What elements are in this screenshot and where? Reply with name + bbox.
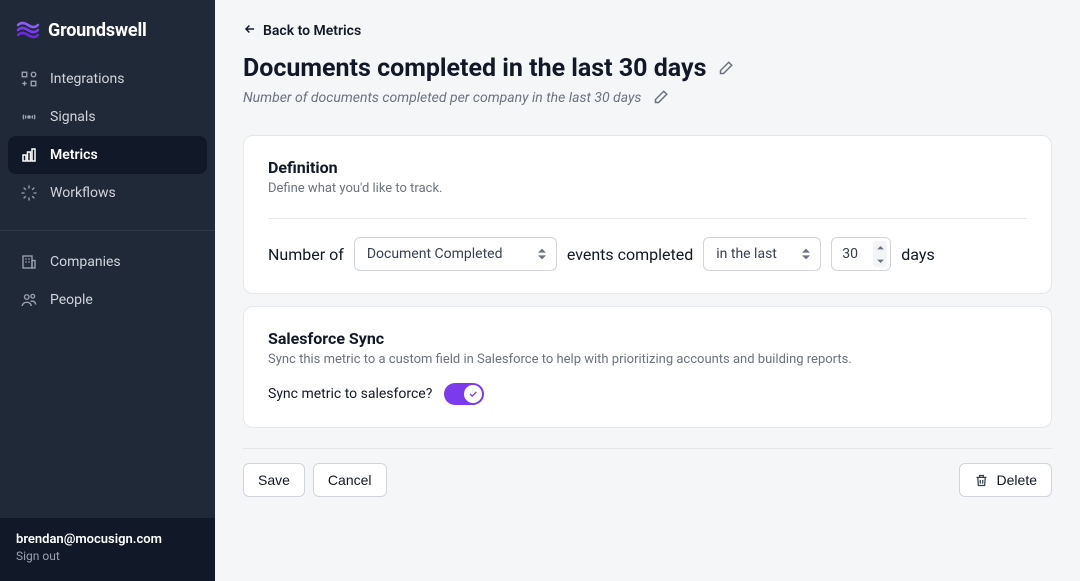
nav-divider [0,230,215,231]
nav-primary: Integrations Signals Metrics Workflows [0,56,215,222]
sidebar-item-label: People [50,292,93,308]
def-prefix: Number of [268,245,344,264]
toggle-knob [464,385,482,403]
sidebar-item-people[interactable]: People [8,281,207,319]
subtitle-row: Number of documents completed per compan… [243,89,1052,107]
brand-logo-icon [16,18,40,42]
brand: Groundswell [0,0,215,56]
stepper-up[interactable] [873,241,887,254]
sidebar-item-workflows[interactable]: Workflows [8,174,207,212]
main-content: Back to Metrics Documents completed in t… [215,0,1080,581]
workflows-icon [20,184,38,202]
event-select[interactable]: Document Completed [354,237,557,271]
brand-name: Groundswell [48,20,147,41]
integrations-icon [20,70,38,88]
sidebar-item-metrics[interactable]: Metrics [8,136,207,174]
actions-divider [243,448,1052,449]
salesforce-description: Sync this metric to a custom field in Sa… [268,352,1027,367]
save-button[interactable]: Save [243,463,305,497]
arrow-left-icon [243,22,257,40]
check-icon [468,389,478,399]
days-input[interactable]: 30 [831,237,891,271]
back-to-metrics-link[interactable]: Back to Metrics [243,22,1052,40]
sidebar-item-label: Metrics [50,147,98,163]
sidebar-item-label: Workflows [50,185,116,201]
sidebar-item-label: Signals [50,109,96,125]
select-caret-icon [802,249,810,260]
companies-icon [20,253,38,271]
trash-icon [974,473,989,488]
sync-toggle-label: Sync metric to salesforce? [268,386,432,402]
sign-out-link[interactable]: Sign out [16,549,199,563]
definition-title: Definition [268,158,1027,177]
signals-icon [20,108,38,126]
title-row: Documents completed in the last 30 days [243,54,1052,83]
nav-secondary: Companies People [0,239,215,329]
sidebar-item-integrations[interactable]: Integrations [8,60,207,98]
sidebar-footer: brendan@mocusign.com Sign out [0,518,215,581]
page-subtitle: Number of documents completed per compan… [243,90,641,106]
page-title: Documents completed in the last 30 days [243,54,706,83]
sidebar-item-label: Companies [50,254,121,270]
edit-subtitle-button[interactable] [651,89,669,107]
user-email: brendan@mocusign.com [16,532,199,547]
edit-title-button[interactable] [716,60,734,78]
sidebar-item-signals[interactable]: Signals [8,98,207,136]
salesforce-title: Salesforce Sync [268,329,1027,348]
metrics-icon [20,146,38,164]
delete-label: Delete [997,472,1037,488]
stepper-icon [873,241,887,267]
window-select[interactable]: in the last [703,237,821,271]
definition-row: Number of Document Completed events comp… [268,237,1027,271]
salesforce-card: Salesforce Sync Sync this metric to a cu… [243,306,1052,428]
sidebar-item-companies[interactable]: Companies [8,243,207,281]
definition-card: Definition Define what you'd like to tra… [243,135,1052,294]
window-select-value: in the last [716,246,777,262]
select-caret-icon [538,249,546,260]
sync-toggle[interactable] [444,383,484,405]
days-value: 30 [842,246,858,262]
stepper-down[interactable] [873,254,887,267]
people-icon [20,291,38,309]
def-middle: events completed [567,245,693,264]
event-select-value: Document Completed [367,246,503,262]
sidebar: Groundswell Integrations Signals Metrics… [0,0,215,581]
delete-button[interactable]: Delete [959,463,1052,497]
cancel-button[interactable]: Cancel [313,463,387,497]
sync-row: Sync metric to salesforce? [268,383,1027,405]
actions-row: Save Cancel Delete [243,463,1052,497]
def-suffix: days [901,245,934,264]
sidebar-item-label: Integrations [50,71,124,87]
card-divider [268,218,1027,219]
back-label: Back to Metrics [263,23,361,39]
definition-description: Define what you'd like to track. [268,181,1027,196]
